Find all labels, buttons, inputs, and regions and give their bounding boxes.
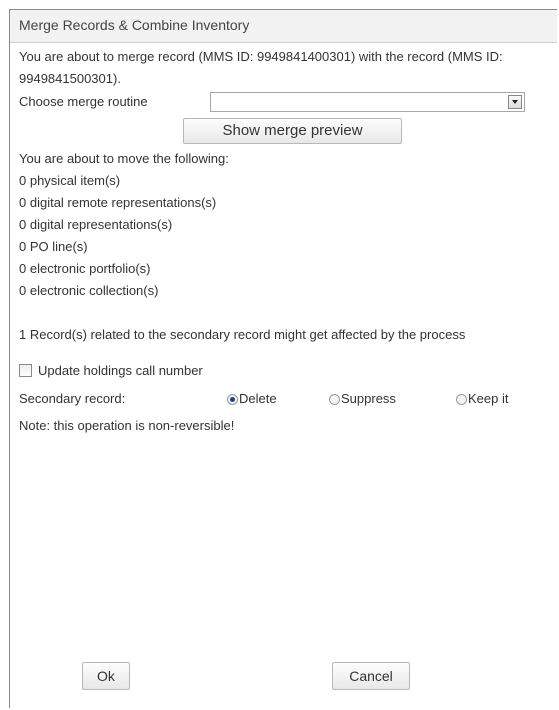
list-item: 0 electronic portfolio(s) (19, 261, 151, 276)
ok-button[interactable]: Ok (82, 662, 130, 690)
radio-suppress-label: Suppress (341, 391, 396, 406)
dialog-title: Merge Records & Combine Inventory (10, 10, 557, 43)
radio-delete[interactable] (227, 394, 238, 405)
cancel-button[interactable]: Cancel (332, 662, 410, 690)
update-holdings-label: Update holdings call number (38, 363, 203, 378)
secondary-record-label: Secondary record: (19, 391, 126, 406)
radio-keep-it-label: Keep it (468, 391, 509, 406)
secondary-record-row: Secondary record: Delete Suppress Keep i… (19, 386, 557, 412)
list-item: 0 physical item(s) (19, 173, 121, 188)
radio-keep-it[interactable] (456, 394, 467, 405)
show-merge-preview-button[interactable]: Show merge preview (183, 118, 402, 144)
dialog-content: You are about to merge record (MMS ID: 9… (10, 43, 557, 437)
merge-dialog: Merge Records & Combine Inventory You ar… (9, 9, 557, 708)
merge-intro-text: You are about to merge record (MMS ID: 9… (19, 49, 503, 86)
update-holdings-row: Update holdings call number (19, 358, 557, 386)
preview-row: Show merge preview (19, 116, 557, 148)
list-item: 0 PO line(s) (19, 239, 88, 254)
move-items-list: 0 physical item(s) 0 digital remote repr… (19, 170, 557, 302)
radio-option-suppress[interactable]: Suppress (329, 389, 396, 409)
list-item: 0 digital representations(s) (19, 217, 173, 232)
merge-routine-label: Choose merge routine (19, 94, 148, 109)
radio-suppress[interactable] (329, 394, 340, 405)
update-holdings-checkbox[interactable] (19, 364, 32, 377)
merge-routine-row: Choose merge routine (19, 90, 557, 116)
merge-routine-select[interactable] (210, 92, 525, 112)
radio-option-keep-it[interactable]: Keep it (456, 389, 508, 409)
radio-option-delete[interactable]: Delete (227, 389, 277, 409)
radio-delete-label: Delete (239, 391, 277, 406)
list-item: 0 electronic collection(s) (19, 283, 159, 298)
irreversible-warning: Note: this operation is non-reversible! (19, 418, 235, 433)
list-item: 0 digital remote representations(s) (19, 195, 217, 210)
move-heading: You are about to move the following: (19, 151, 229, 166)
related-records-note: 1 Record(s) related to the secondary rec… (19, 327, 466, 342)
chevron-down-icon[interactable] (508, 95, 522, 109)
